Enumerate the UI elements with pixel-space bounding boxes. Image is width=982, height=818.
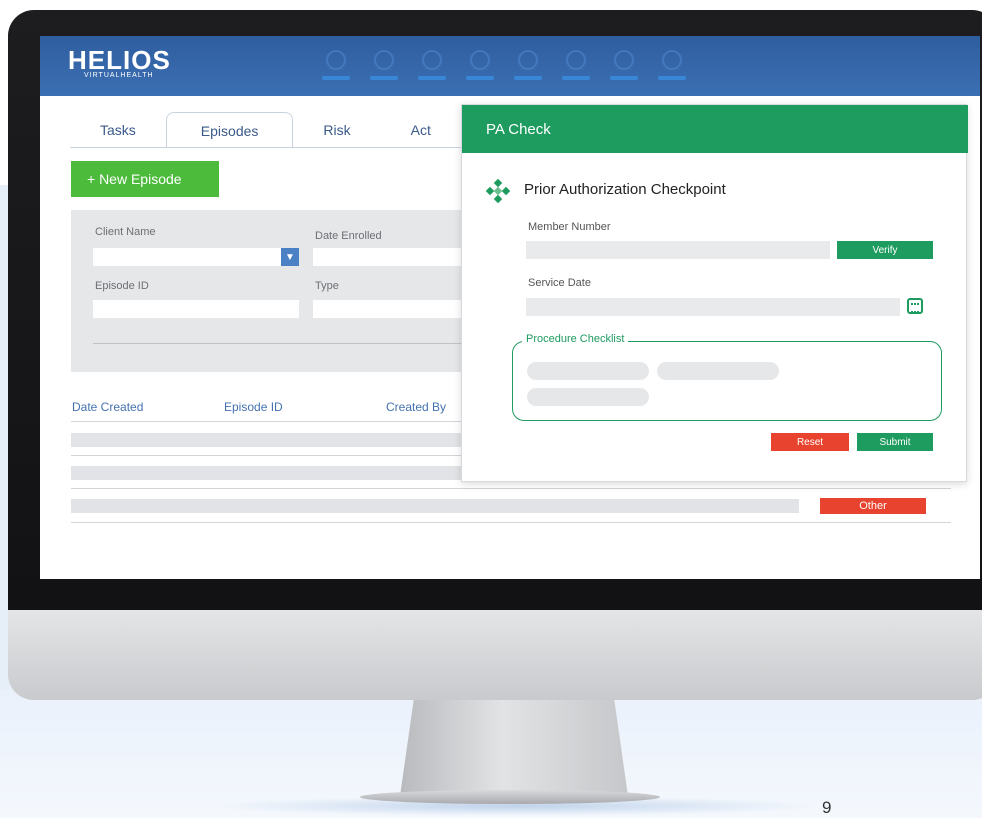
date-enrolled-label: Date Enrolled [315, 230, 382, 242]
tab-bar: Tasks Episodes Risk Act [70, 112, 461, 148]
nav-icon-3[interactable] [418, 46, 446, 86]
tab-act[interactable]: Act [381, 112, 461, 148]
table-row[interactable] [71, 499, 799, 513]
table-header-line [71, 421, 491, 422]
verify-button[interactable]: Verify [837, 241, 933, 259]
nav-icon-1[interactable] [322, 46, 350, 86]
monitor-stand [400, 700, 628, 796]
filter-panel: Client Name ▼ Date Enrolled Episode ID T… [71, 210, 491, 372]
column-episode-id[interactable]: Episode ID [224, 400, 283, 414]
type-label: Type [315, 280, 339, 292]
service-date-input[interactable] [526, 298, 900, 316]
nav-icon-2[interactable] [370, 46, 398, 86]
monitor-stand-foot [360, 790, 660, 804]
new-episode-button[interactable]: + New Episode [71, 161, 219, 197]
tab-risk[interactable]: Risk [293, 112, 380, 148]
nav-icon-6[interactable] [562, 46, 590, 86]
row-divider [71, 455, 491, 456]
table-row[interactable] [71, 433, 491, 447]
client-name-label: Client Name [95, 226, 156, 238]
row-divider [71, 522, 951, 523]
service-date-label: Service Date [528, 277, 591, 289]
tab-episodes[interactable]: Episodes [165, 112, 294, 148]
status-badge-other: Other [820, 498, 926, 514]
nav-icon-bar [322, 46, 686, 86]
episode-id-input[interactable] [93, 300, 299, 318]
member-number-input[interactable] [526, 241, 830, 259]
modal-title: PA Check [462, 105, 968, 153]
checkpoint-heading: Prior Authorization Checkpoint [524, 181, 726, 198]
nav-icon-8[interactable] [658, 46, 686, 86]
checklist-item[interactable] [527, 388, 649, 406]
column-created-by[interactable]: Created By [386, 400, 446, 414]
checklist-item[interactable] [657, 362, 779, 380]
client-name-select[interactable] [93, 248, 299, 266]
page-number: 9 [822, 798, 832, 817]
member-number-label: Member Number [528, 221, 611, 233]
filter-divider [93, 343, 491, 344]
logo-text: HELIOS [68, 45, 171, 75]
helios-logo[interactable]: HELIOS VIRTUALHEALTH [68, 46, 171, 79]
pa-check-modal: PA Check Prior Authorization Checkpoint … [461, 104, 968, 482]
reset-button[interactable]: Reset [771, 433, 849, 451]
row-divider [71, 488, 951, 489]
tab-tasks[interactable]: Tasks [70, 112, 166, 148]
submit-button[interactable]: Submit [857, 433, 933, 451]
episode-id-label: Episode ID [95, 280, 149, 292]
checklist-item[interactable] [527, 362, 649, 380]
checkpoint-icon [486, 179, 510, 203]
chevron-down-icon[interactable]: ▼ [281, 248, 299, 266]
column-date-created[interactable]: Date Created [72, 400, 143, 414]
app-header: HELIOS VIRTUALHEALTH [40, 36, 980, 96]
calendar-icon[interactable] [907, 298, 923, 314]
table-row[interactable] [71, 466, 491, 480]
monitor-chin [8, 610, 982, 700]
procedure-checklist-box [512, 341, 942, 421]
tab-underline [70, 147, 490, 148]
app-screen: HELIOS VIRTUALHEALTH Tasks Episodes Risk… [40, 36, 980, 579]
procedure-checklist-label: Procedure Checklist [522, 333, 629, 345]
nav-icon-5[interactable] [514, 46, 542, 86]
nav-icon-7[interactable] [610, 46, 638, 86]
nav-icon-4[interactable] [466, 46, 494, 86]
